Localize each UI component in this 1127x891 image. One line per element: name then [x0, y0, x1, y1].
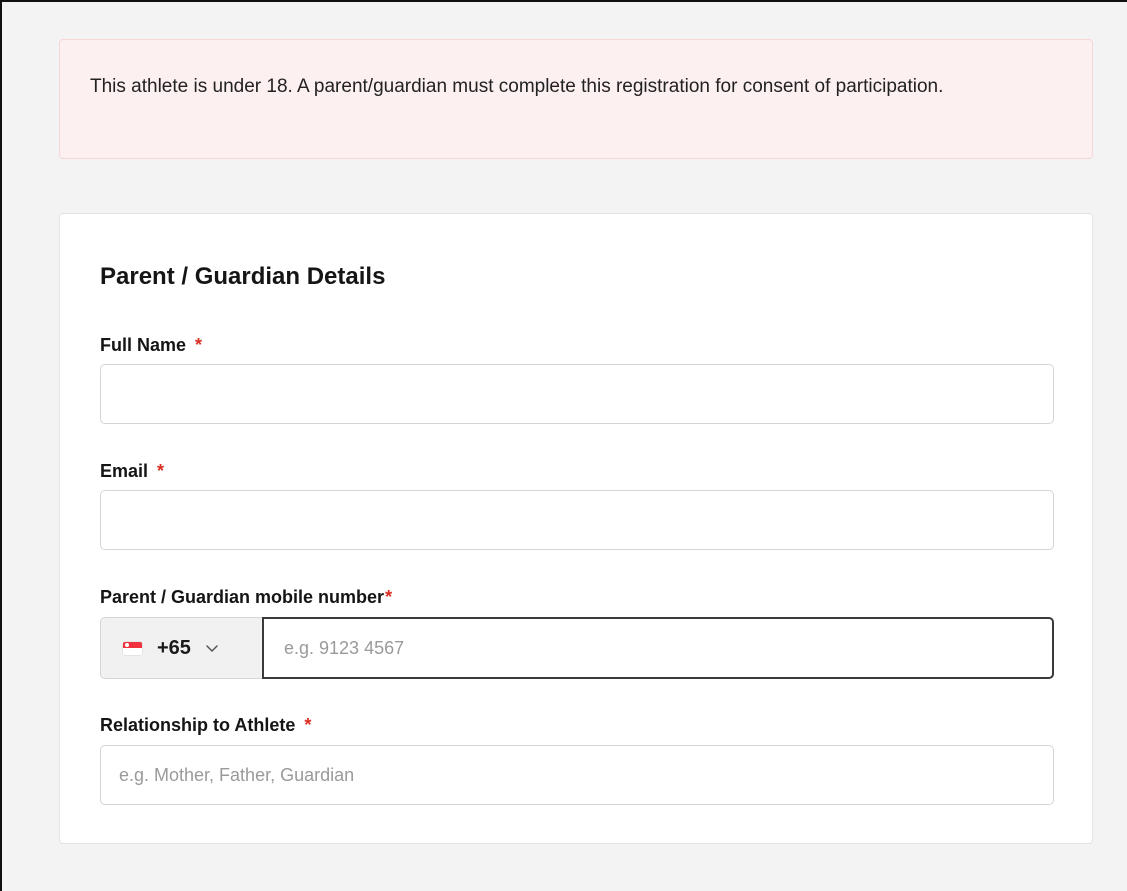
parent-guardian-card: Parent / Guardian Details Full Name * Em… [59, 213, 1093, 844]
email-required-mark: * [157, 461, 165, 481]
country-code-select[interactable]: +65 [100, 617, 262, 679]
full-name-required-mark: * [195, 335, 203, 355]
relationship-input[interactable] [100, 745, 1054, 805]
relationship-label-text: Relationship to Athlete [100, 715, 296, 735]
dial-code: +65 [157, 636, 191, 659]
mobile-required-mark: * [385, 587, 393, 607]
page-frame: This athlete is under 18. A parent/guard… [0, 0, 1127, 891]
mobile-label-text: Parent / Guardian mobile number [100, 587, 385, 607]
relationship-required-mark: * [304, 715, 312, 735]
mobile-number-input[interactable] [262, 617, 1054, 679]
email-label-text: Email [100, 461, 149, 481]
mobile-label: Parent / Guardian mobile number* [100, 587, 392, 608]
email-label: Email * [100, 461, 164, 482]
email-input[interactable] [100, 490, 1054, 550]
relationship-label: Relationship to Athlete * [100, 715, 311, 736]
full-name-label-text: Full Name [100, 335, 187, 355]
mobile-number-field: +65 [100, 617, 1054, 679]
singapore-flag-icon [123, 641, 142, 655]
under-18-alert: This athlete is under 18. A parent/guard… [59, 39, 1093, 159]
alert-message: This athlete is under 18. A parent/guard… [90, 76, 944, 97]
full-name-input[interactable] [100, 364, 1054, 424]
card-title: Parent / Guardian Details [100, 263, 386, 290]
full-name-label: Full Name * [100, 335, 202, 356]
chevron-down-icon [206, 645, 218, 652]
